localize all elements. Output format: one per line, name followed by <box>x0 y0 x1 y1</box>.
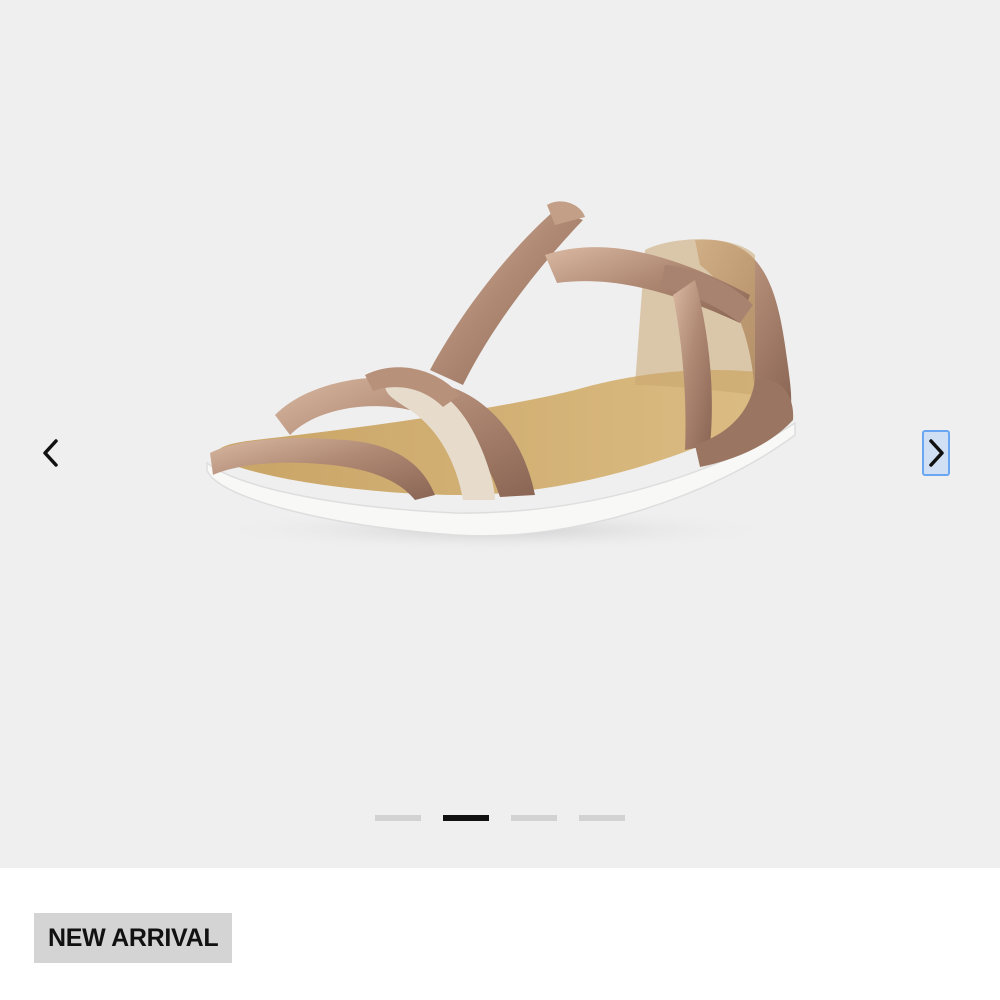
slide-indicator-3[interactable] <box>511 815 557 821</box>
slide-indicator-4[interactable] <box>579 815 625 821</box>
chevron-left-icon <box>43 439 58 467</box>
slide-indicator-1[interactable] <box>375 815 421 821</box>
slide-indicators <box>0 815 1000 821</box>
chevron-right-icon <box>929 439 944 467</box>
product-image-gallery <box>0 0 1000 868</box>
previous-image-button[interactable] <box>33 428 69 478</box>
new-arrival-badge: NEW ARRIVAL <box>34 913 233 963</box>
next-image-button[interactable] <box>918 428 954 478</box>
slide-indicator-2[interactable] <box>443 815 489 821</box>
product-image-sandal <box>205 201 796 552</box>
